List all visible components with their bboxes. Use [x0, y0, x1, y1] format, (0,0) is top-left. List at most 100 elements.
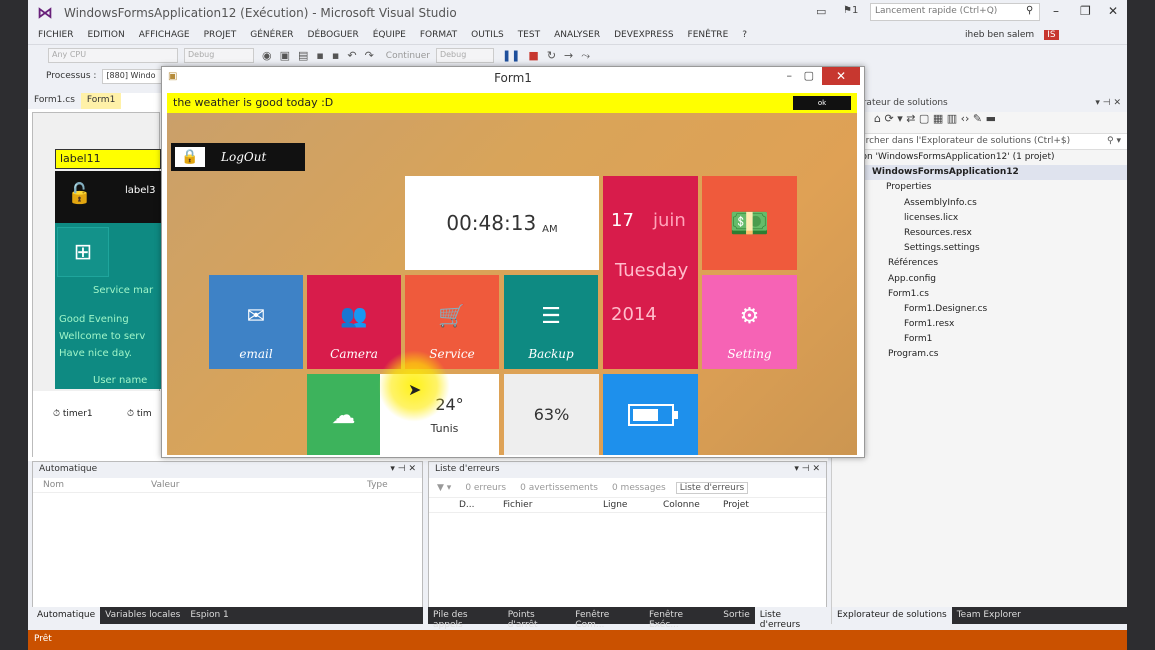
col-colonne[interactable]: Colonne	[663, 500, 723, 510]
user-avatar[interactable]: IS	[1044, 29, 1059, 40]
col-projet[interactable]: Projet	[723, 500, 749, 510]
messages-count[interactable]: 0 messages	[612, 483, 666, 493]
undo-icon[interactable]: ↶	[347, 49, 356, 62]
menu-test[interactable]: TEST	[518, 30, 540, 40]
tab-points-arret[interactable]: Points d'arrêt	[503, 607, 571, 630]
errors-count[interactable]: 0 erreurs	[465, 483, 506, 493]
tab-automatique[interactable]: Automatique	[32, 607, 101, 624]
redo-icon[interactable]: ↷	[365, 49, 374, 62]
debug-target-dropdown[interactable]: Debug	[435, 48, 494, 63]
autos-controls-icon[interactable]: ▾ ⊣ ✕	[390, 464, 416, 476]
tree-form1cs[interactable]: Form1.cs	[832, 287, 1127, 302]
tree-form1class[interactable]: Form1	[832, 332, 1127, 347]
clock-tile[interactable]: 00:48:13 AM	[405, 176, 599, 270]
user-name[interactable]: iheb ben salem	[965, 30, 1034, 40]
errors-search-input[interactable]: Liste d'erreurs	[675, 481, 749, 494]
navigate-back-icon[interactable]: ◉	[262, 49, 272, 62]
new-project-icon[interactable]: ▣	[280, 49, 290, 62]
cloud-tile[interactable]: ☁	[307, 374, 380, 455]
form-minimize-button[interactable]: –	[787, 69, 793, 82]
menu-fenetre[interactable]: FENÊTRE	[688, 30, 729, 40]
open-icon[interactable]: ▤	[298, 49, 308, 62]
save-icon[interactable]: ▪	[316, 49, 323, 62]
menu-generer[interactable]: GÉNÉRER	[250, 30, 293, 40]
designer-service-panel[interactable]: ⊞ Service mar Good Evening Wellcome to s…	[55, 223, 161, 389]
menu-format[interactable]: FORMAT	[420, 30, 457, 40]
menu-edition[interactable]: EDITION	[87, 30, 124, 40]
menu-fichier[interactable]: FICHIER	[38, 30, 73, 40]
menu-analyser[interactable]: ANALYSER	[554, 30, 600, 40]
step-into-icon[interactable]: →	[564, 49, 573, 62]
tree-references[interactable]: Références	[832, 256, 1127, 271]
battery-tile[interactable]	[603, 374, 698, 455]
tab-team-explorer[interactable]: Team Explorer	[952, 607, 1026, 624]
tab-variables-locales[interactable]: Variables locales	[100, 607, 185, 624]
quick-launch-input[interactable]: Lancement rapide (Ctrl+Q)	[870, 3, 1040, 21]
col-type[interactable]: Type	[367, 480, 388, 490]
step-over-icon[interactable]: ⤳	[581, 49, 590, 63]
save-all-icon[interactable]: ▪	[332, 49, 339, 62]
col-description[interactable]: D...	[459, 500, 503, 510]
home-icon[interactable]: ⌂ ⟳ ▾ ⇄ ▢ ▦ ▥ ‹› ✎ ▬	[874, 112, 996, 125]
tab-form1-cs[interactable]: Form1.cs	[28, 93, 81, 109]
pause-icon[interactable]: ❚❚	[502, 49, 520, 62]
camera-tile[interactable]: 👥 Camera	[307, 275, 401, 369]
designer-label11[interactable]: label11	[55, 149, 161, 169]
close-button[interactable]: ✕	[1108, 4, 1118, 18]
form-close-button[interactable]: ✕	[822, 67, 860, 85]
tree-licenses[interactable]: licenses.licx	[832, 211, 1127, 226]
backup-tile[interactable]: ☰ Backup	[504, 275, 598, 369]
solution-search[interactable]: Rechercher dans l'Explorateur de solutio…	[832, 134, 1127, 150]
menu-outils[interactable]: OUTILS	[471, 30, 504, 40]
col-nom[interactable]: Nom	[43, 480, 151, 490]
menu-help[interactable]: ?	[742, 30, 747, 40]
tab-espion[interactable]: Espion 1	[185, 607, 233, 624]
battery-percent-tile[interactable]: 63%	[504, 374, 599, 455]
tree-resources[interactable]: Resources.resx	[832, 226, 1127, 241]
continue-button[interactable]: Continuer	[386, 51, 430, 61]
feedback-icon[interactable]: ▭	[816, 5, 826, 18]
setting-tile[interactable]: ⚙ Setting	[702, 275, 797, 369]
platform-dropdown[interactable]: Any CPU	[48, 48, 178, 63]
tab-fenetre-commande[interactable]: Fenêtre Com...	[570, 607, 644, 630]
tab-pile-appels[interactable]: Pile des appels	[428, 607, 503, 630]
tab-sortie[interactable]: Sortie	[718, 607, 755, 624]
tree-form1resx[interactable]: Form1.resx	[832, 317, 1127, 332]
restart-icon[interactable]: ↻	[547, 49, 556, 62]
panel-controls-icon[interactable]: ▾ ⊣ ✕	[1095, 98, 1121, 110]
menu-devexpress[interactable]: DEVEXPRESS	[614, 30, 673, 40]
col-valeur[interactable]: Valeur	[151, 480, 367, 490]
menu-affichage[interactable]: AFFICHAGE	[139, 30, 190, 40]
tree-solution[interactable]: Solution 'WindowsFormsApplication12' (1 …	[832, 150, 1127, 165]
minimize-button[interactable]: –	[1053, 4, 1059, 18]
configuration-dropdown[interactable]: Debug	[184, 48, 254, 63]
solution-search-input[interactable]: Rechercher dans l'Explorateur de solutio…	[838, 136, 1070, 147]
tab-solution-explorer[interactable]: Explorateur de solutions	[832, 607, 952, 624]
email-tile[interactable]: ✉ email	[209, 275, 303, 369]
form-maximize-button[interactable]: ▢	[804, 69, 814, 82]
date-tile[interactable]: 17 juin Tuesday 2014	[603, 176, 698, 369]
process-dropdown[interactable]: [880] Windo	[102, 68, 163, 84]
money-tile[interactable]: 💵	[702, 176, 797, 270]
tree-program[interactable]: Program.cs	[832, 347, 1127, 362]
col-fichier[interactable]: Fichier	[503, 500, 603, 510]
warnings-count[interactable]: 0 avertissements	[520, 483, 598, 493]
restore-button[interactable]: ❐	[1080, 4, 1091, 18]
stop-icon[interactable]: ■	[528, 49, 538, 62]
tree-project[interactable]: WindowsFormsApplication12	[832, 165, 1127, 181]
timer2-component[interactable]: ⏱ tim	[127, 409, 152, 419]
designer-lock-panel[interactable]: 🔓 label3	[55, 171, 161, 223]
filter-icon[interactable]: ▼ ▾	[437, 483, 451, 493]
logout-button[interactable]: 🔒 LogOut	[171, 143, 305, 171]
timer1-component[interactable]: ⏱ timer1	[53, 409, 93, 419]
notification-icon[interactable]: ⚑1	[843, 5, 858, 16]
tab-liste-erreurs[interactable]: Liste d'erreurs	[754, 607, 827, 630]
tab-fenetre-execution[interactable]: Fenêtre Exéc...	[644, 607, 718, 630]
tree-appconfig[interactable]: App.config	[832, 272, 1127, 287]
tree-properties[interactable]: Properties	[832, 180, 1127, 195]
menu-equipe[interactable]: ÉQUIPE	[373, 30, 406, 40]
menu-projet[interactable]: PROJET	[204, 30, 237, 40]
ok-button[interactable]: ok	[793, 96, 851, 110]
tree-form1designer[interactable]: Form1.Designer.cs	[832, 302, 1127, 317]
col-ligne[interactable]: Ligne	[603, 500, 663, 510]
